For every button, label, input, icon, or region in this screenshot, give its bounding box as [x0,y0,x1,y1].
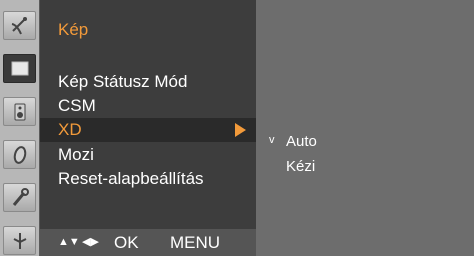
menu-icon-picture[interactable] [3,54,36,83]
speaker-icon [14,103,25,120]
menu-item-reset[interactable]: Reset-alapbeállítás [40,167,256,191]
menu-icon-column [0,0,40,256]
satellite-dish-icon [11,16,27,34]
menu-item-label: Mozi [58,145,94,164]
selected-check-icon: v [269,134,275,146]
ok-hint: OK [114,233,139,252]
menu-title-bar: Kép [40,0,256,48]
submenu-option-manual[interactable]: Kézi [286,157,315,177]
menu-item-xd[interactable]: XD [40,118,256,142]
menu-icon-option[interactable] [3,183,36,212]
menu-item-label: XD [58,120,82,139]
menu-item-csm[interactable]: CSM [40,94,256,118]
picture-icon [11,61,28,75]
menu-title: Kép [58,20,89,39]
menu-item-cinema[interactable]: Mozi [40,143,256,167]
menu-icon-sound[interactable] [3,97,36,126]
tools-icon [12,187,29,206]
left-right-arrows-icon: ◀▶ [82,236,99,248]
xd-submenu-panel: v Auto Kézi [256,0,474,256]
menu-item-picture-mode[interactable]: Kép Státusz Mód [40,70,256,94]
menu-icon-station[interactable] [3,11,36,40]
clock-icon [13,145,26,164]
antenna-icon [13,232,26,249]
menu-item-label: CSM [58,96,96,115]
submenu-arrow-icon [235,123,246,137]
navigation-hint-bar: ▲▼ ◀▶ OK MENU [40,229,256,256]
osd-screen: Kép Kép Státusz Mód CSM XD Mozi Reset-al… [0,0,474,256]
menu-icon-input[interactable] [3,226,36,255]
submenu-option-auto[interactable]: Auto [286,132,317,152]
picture-menu-panel: Kép Kép Státusz Mód CSM XD Mozi Reset-al… [40,0,256,256]
up-down-arrows-icon: ▲▼ [58,236,80,248]
menu-icon-time[interactable] [3,140,36,169]
menu-item-label: Reset-alapbeállítás [58,169,204,188]
menu-item-label: Kép Státusz Mód [58,72,188,91]
menu-hint: MENU [170,233,221,252]
